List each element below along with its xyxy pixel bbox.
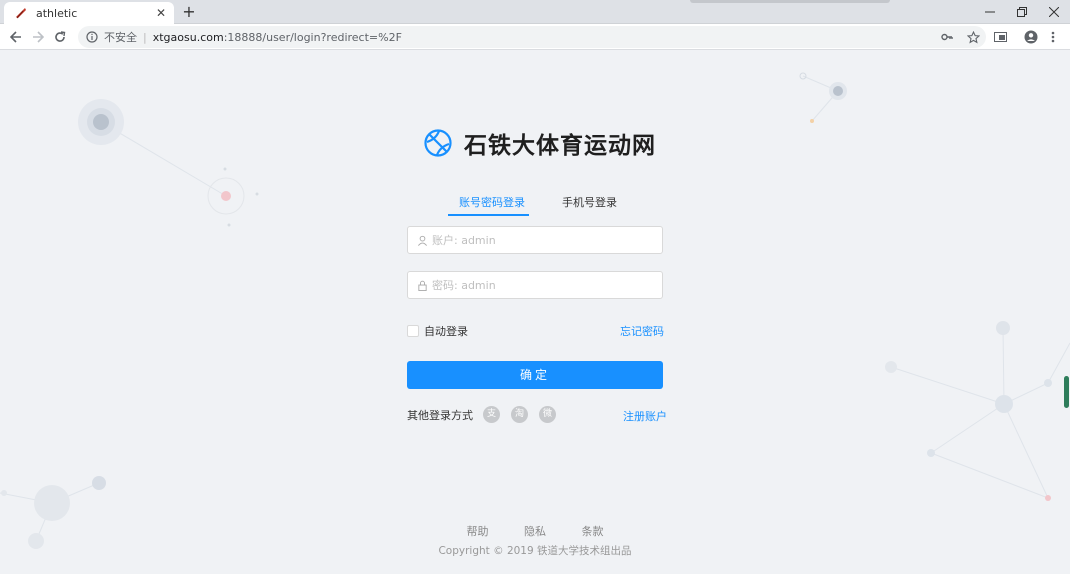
footer-link-terms[interactable]: 条款 <box>582 525 604 538</box>
menu-icon[interactable] <box>1043 27 1063 47</box>
forgot-password-link[interactable]: 忘记密码 <box>620 323 664 339</box>
tab-strip-scroll-indicator <box>690 0 890 3</box>
page-scrollbar[interactable] <box>1064 376 1069 408</box>
brand-header: 石铁大体育运动网 <box>424 126 656 160</box>
new-tab-button[interactable]: + <box>180 3 198 21</box>
key-icon[interactable] <box>940 29 954 45</box>
auto-login-checkbox[interactable]: 自动登录 <box>407 323 468 339</box>
lock-icon <box>418 280 427 291</box>
checkbox-box[interactable] <box>407 325 419 337</box>
url-path: :18888/user/login?redirect=%2F <box>223 30 402 44</box>
active-tab-indicator <box>448 214 529 216</box>
star-icon[interactable] <box>966 29 980 45</box>
minimize-button[interactable] <box>974 0 1006 24</box>
copyright: Copyright © 2019 铁道大学技术组出品 <box>438 545 632 557</box>
browser-tab-strip: athletic ✕ + <box>0 0 1070 24</box>
register-link[interactable]: 注册账户 <box>623 408 667 424</box>
restore-button[interactable] <box>1006 0 1038 24</box>
weibo-icon[interactable]: 微 <box>539 406 556 423</box>
back-icon[interactable] <box>6 27 26 47</box>
login-page: 石铁大体育运动网 账号密码登录 手机号登录 自动登录 忘记密码 确定 其他登录方… <box>0 50 1070 574</box>
favicon-icon <box>14 6 28 20</box>
info-icon[interactable] <box>86 31 98 43</box>
username-input[interactable] <box>432 233 652 247</box>
tab-title: athletic <box>36 6 78 20</box>
browser-toolbar: 不安全 | xtgaosu.com :18888/user/login?redi… <box>0 24 1070 50</box>
alipay-icon[interactable]: 支 <box>483 406 500 423</box>
other-login-methods: 其他登录方式 支 淘 微 <box>407 406 567 423</box>
close-window-button[interactable] <box>1038 0 1070 24</box>
basketball-icon <box>424 129 452 157</box>
tab-phone-login[interactable]: 手机号登录 <box>562 194 617 210</box>
password-field[interactable] <box>407 271 663 299</box>
address-bar[interactable]: 不安全 | xtgaosu.com :18888/user/login?redi… <box>78 26 986 48</box>
url-separator: | <box>143 30 147 44</box>
reload-icon[interactable] <box>50 27 70 47</box>
tab-account-login[interactable]: 账号密码登录 <box>459 194 525 210</box>
user-icon <box>418 235 427 246</box>
footer-link-help[interactable]: 帮助 <box>467 525 489 538</box>
browser-tab[interactable]: athletic ✕ <box>4 2 174 24</box>
site-title: 石铁大体育运动网 <box>464 133 656 159</box>
account-icon[interactable] <box>1021 27 1041 47</box>
other-login-label: 其他登录方式 <box>407 408 473 422</box>
taobao-icon[interactable]: 淘 <box>511 406 528 423</box>
footer-links: 帮助 隐私 条款 <box>0 523 1070 539</box>
login-tabs: 账号密码登录 手机号登录 <box>407 190 663 216</box>
not-secure-label: 不安全 <box>104 31 137 44</box>
cast-icon[interactable] <box>990 27 1010 47</box>
footer-link-privacy[interactable]: 隐私 <box>524 525 546 538</box>
url-host: xtgaosu.com <box>152 30 224 44</box>
auto-login-label: 自动登录 <box>424 325 468 338</box>
username-field[interactable] <box>407 226 663 254</box>
tab-close-icon[interactable]: ✕ <box>154 6 168 20</box>
password-input[interactable] <box>432 278 652 292</box>
forward-icon[interactable] <box>28 27 48 47</box>
submit-button[interactable]: 确定 <box>407 361 663 389</box>
